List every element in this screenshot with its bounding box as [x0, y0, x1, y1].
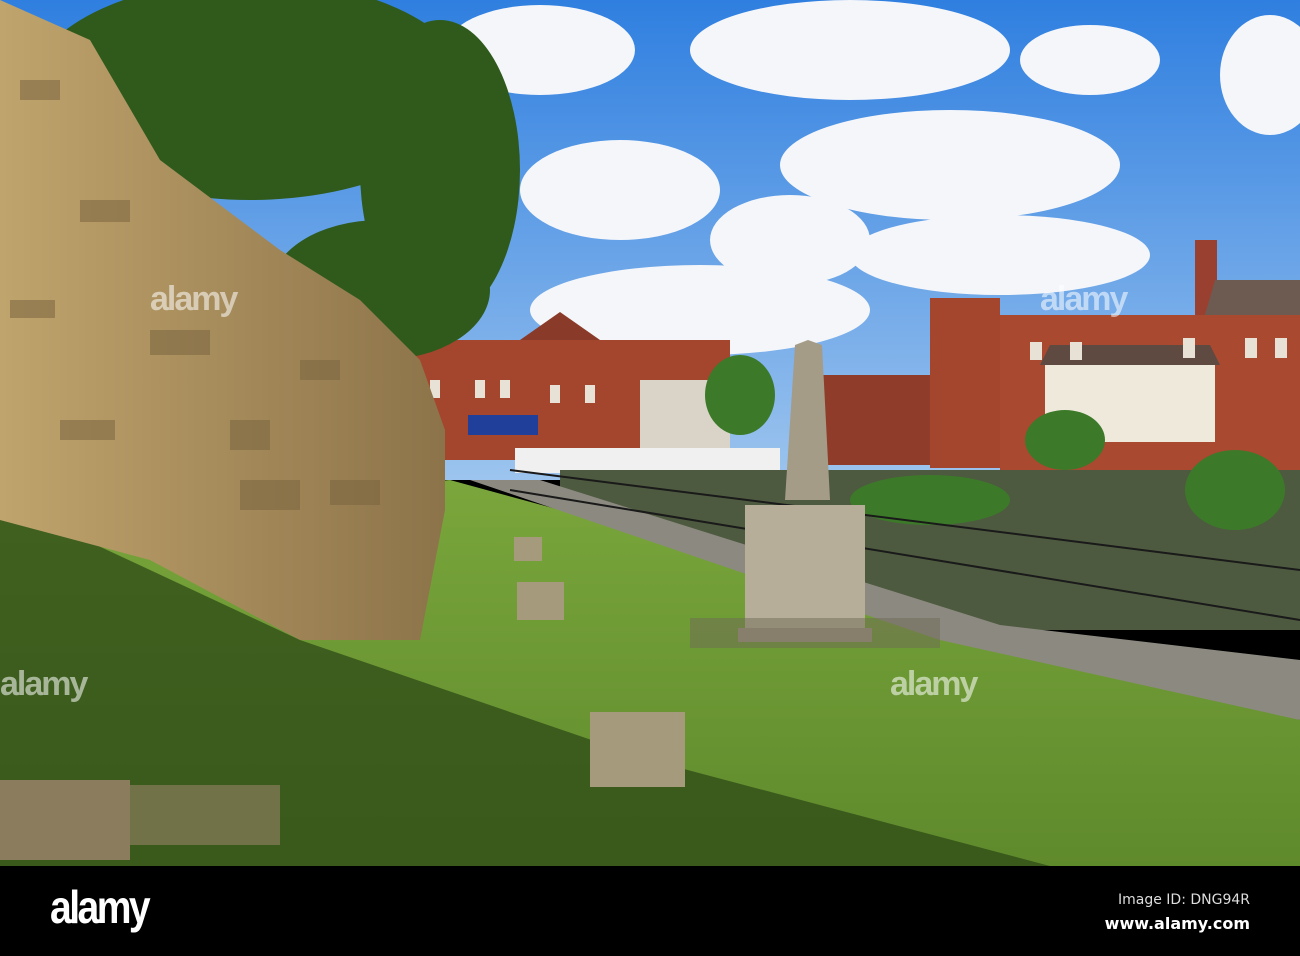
watermark: alamy — [1040, 280, 1128, 318]
bridge — [515, 448, 780, 473]
watermark: alamy — [150, 280, 238, 318]
alamy-logo: alamy — [50, 881, 151, 933]
watermark: alamy — [0, 665, 88, 703]
watermark: alamy — [890, 665, 978, 703]
image-id: Image ID: DNG94R — [1117, 892, 1250, 908]
footer-bar: alamy Image ID: DNG94R www.alamy.com — [0, 866, 1300, 956]
website-link: www.alamy.com — [1104, 914, 1250, 933]
photo-scene — [0, 0, 1300, 866]
photo: alamy alamy alamy alamy alamy Image ID: … — [0, 0, 1300, 956]
